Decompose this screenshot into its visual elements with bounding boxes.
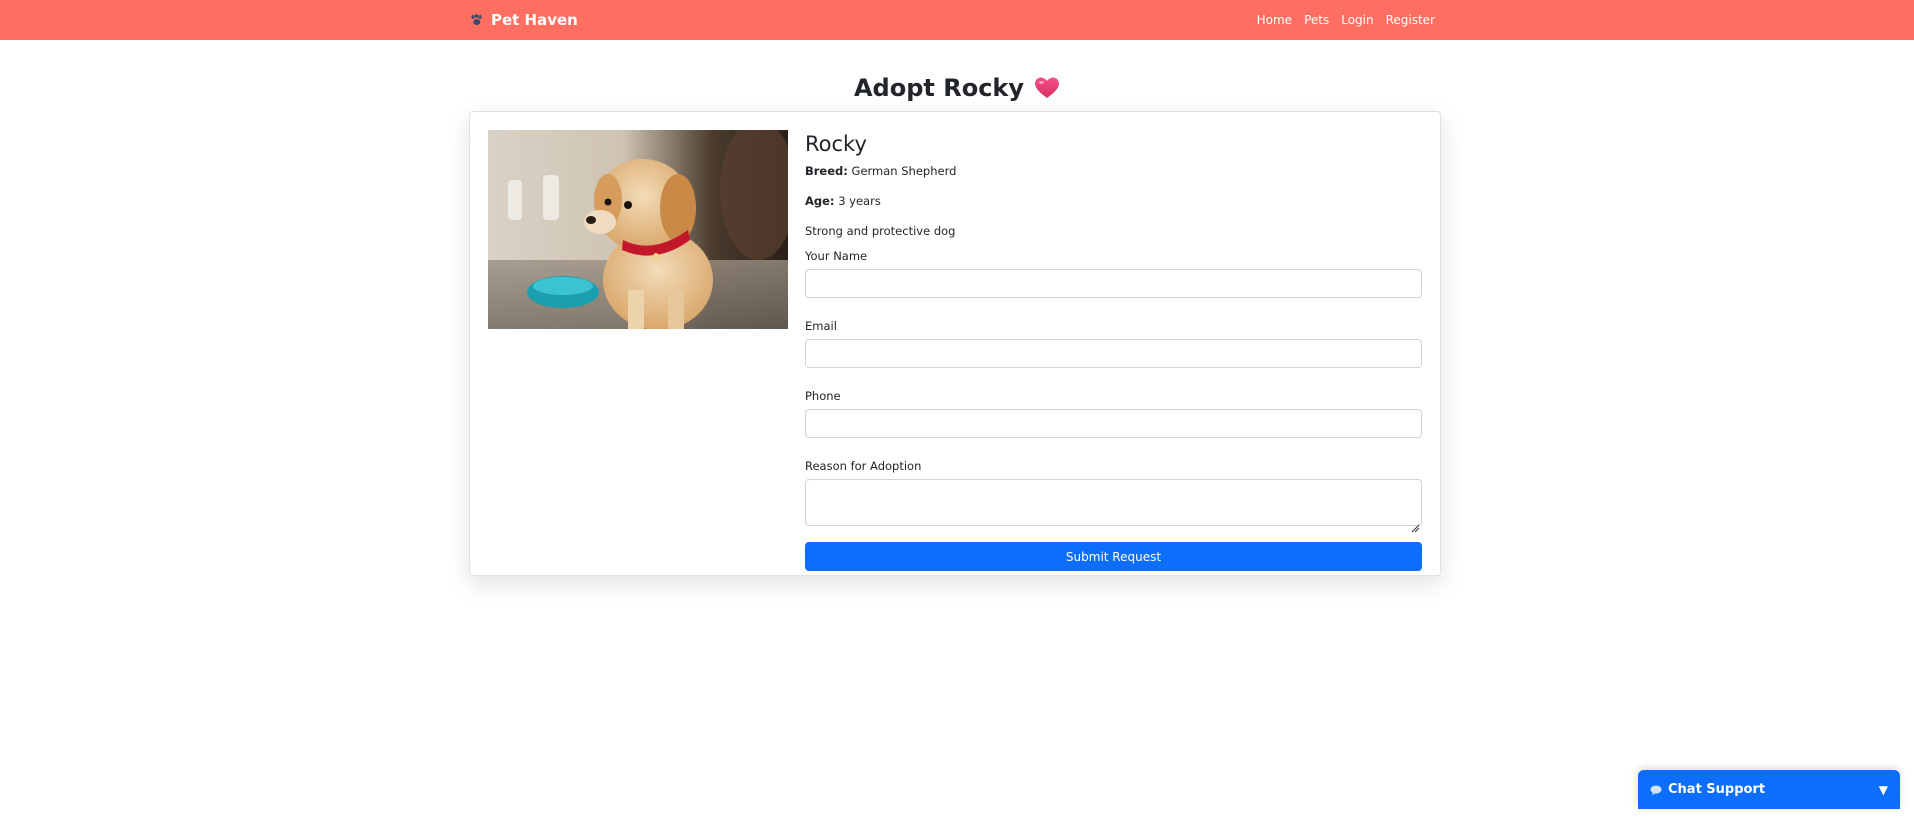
pet-description: Strong and protective dog <box>805 224 956 238</box>
pet-breed: Breed: German Shepherd <box>805 162 1422 188</box>
brand-link[interactable]: Pet Haven <box>470 0 578 40</box>
age-value: 3 years <box>838 194 881 208</box>
chevron-down-icon[interactable]: ▼ <box>1879 783 1888 797</box>
email-input[interactable] <box>805 339 1422 368</box>
email-label: Email <box>805 319 837 333</box>
pet-photo <box>488 130 788 329</box>
chat-support-label: Chat Support <box>1668 782 1766 797</box>
breed-label: Breed: <box>805 164 848 178</box>
reason-textarea[interactable] <box>805 479 1422 526</box>
navbar: Pet Haven Home Pets Login Register <box>0 0 1914 40</box>
paw-icon <box>470 14 484 26</box>
name-label: Your Name <box>805 249 868 263</box>
heart-icon <box>1034 76 1060 100</box>
pet-name: Rocky <box>805 132 867 156</box>
breed-value: German Shepherd <box>851 164 957 178</box>
adoption-form: Your Name Email Phone Reason for Adoptio… <box>805 248 1422 571</box>
name-input[interactable] <box>805 269 1422 298</box>
chat-support-widget[interactable]: Chat Support ▼ <box>1638 770 1900 809</box>
reason-label: Reason for Adoption <box>805 459 922 473</box>
phone-input[interactable] <box>805 409 1422 438</box>
page-title-text: Adopt Rocky <box>853 74 1025 102</box>
page-title: Adopt Rocky <box>0 74 1914 102</box>
nav-pets-link[interactable]: Pets <box>1304 13 1329 27</box>
nav-login-link[interactable]: Login <box>1341 13 1373 27</box>
brand-name: Pet Haven <box>491 11 578 29</box>
resize-grip-icon[interactable] <box>1410 518 1420 533</box>
nav-home-link[interactable]: Home <box>1257 13 1292 27</box>
submit-request-button[interactable]: Submit Request <box>805 542 1422 571</box>
adoption-card: Rocky Breed: German Shepherd Age: 3 year… <box>469 111 1441 576</box>
nav-links: Home Pets Login Register <box>1245 0 1435 40</box>
pet-info: Rocky Breed: German Shepherd Age: 3 year… <box>805 130 1422 571</box>
speech-bubble-icon <box>1650 785 1662 795</box>
phone-label: Phone <box>805 389 841 403</box>
pet-age: Age: 3 years <box>805 192 1422 218</box>
age-label: Age: <box>805 194 835 208</box>
nav-register-link[interactable]: Register <box>1386 13 1435 27</box>
